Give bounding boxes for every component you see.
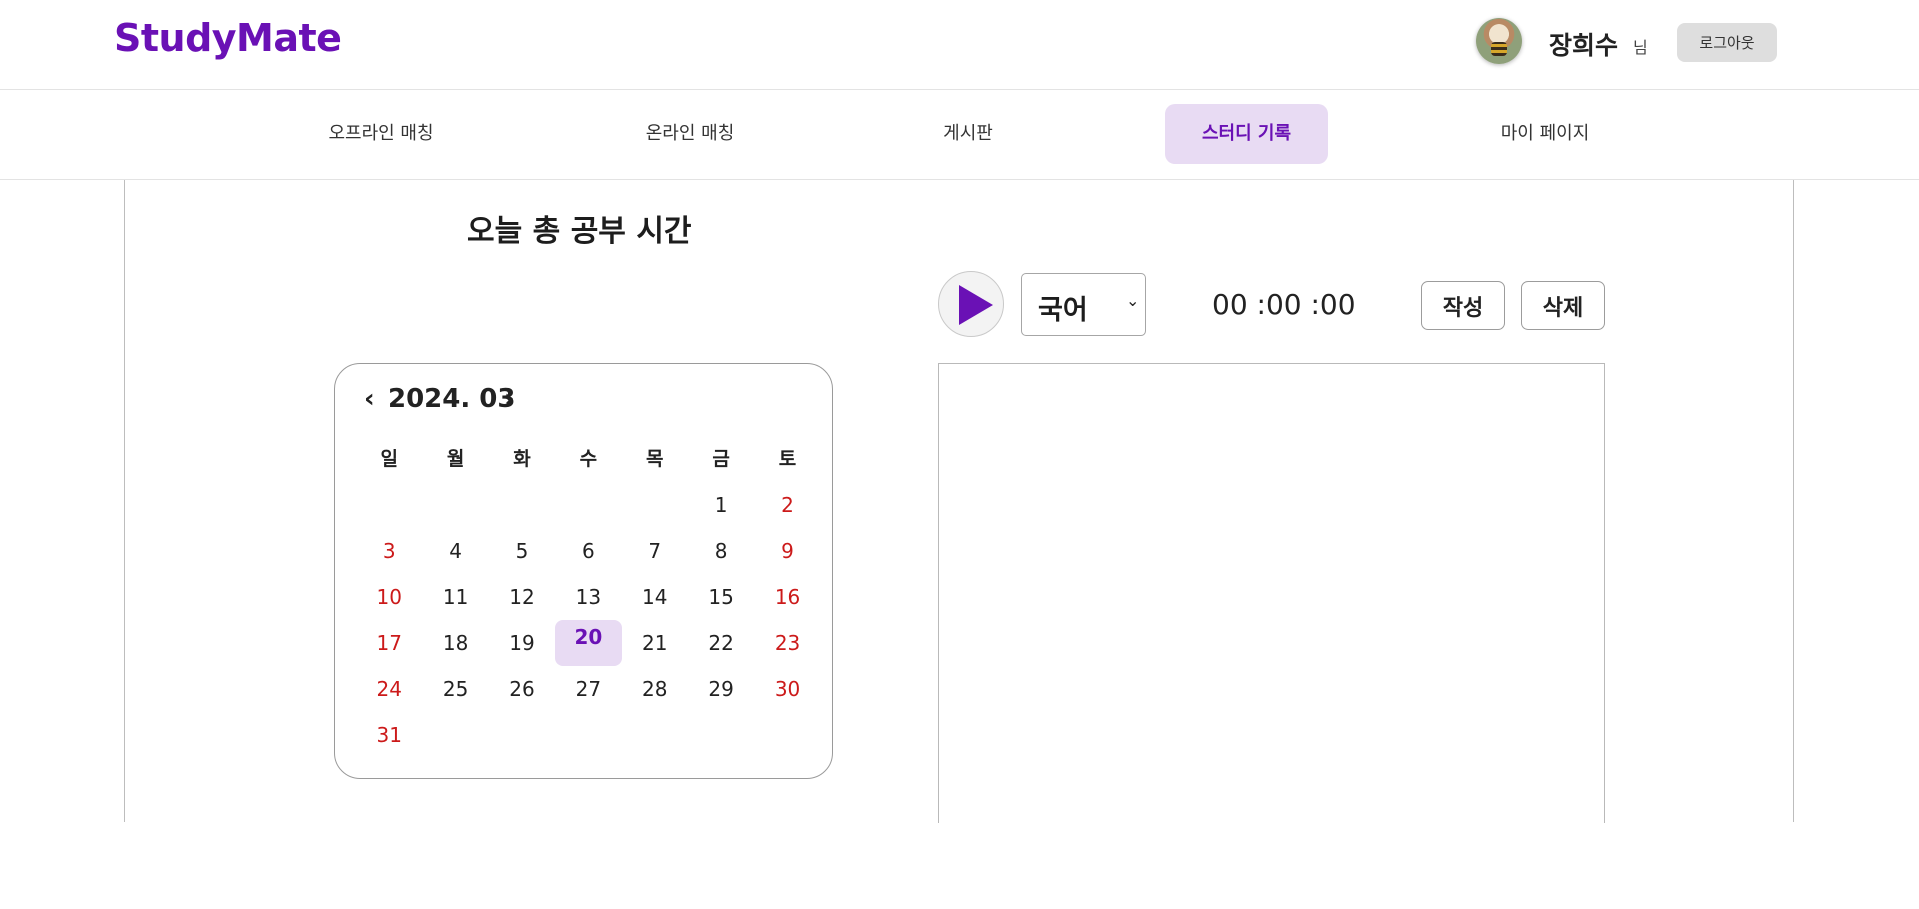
calendar-weekday-label: 목 bbox=[646, 448, 664, 470]
logout-button[interactable]: 로그아웃 bbox=[1677, 23, 1777, 62]
calendar-empty-cell bbox=[555, 482, 621, 528]
calendar-day[interactable]: 24 bbox=[356, 666, 422, 712]
write-button[interactable]: 작성 bbox=[1421, 281, 1505, 330]
header: StudyMate 장희수 님 로그아웃 bbox=[0, 0, 1919, 90]
calendar-day[interactable]: 15 bbox=[688, 574, 754, 620]
calendar-empty-cell bbox=[622, 482, 688, 528]
nav-item-offline-matching[interactable]: 오프라인 매칭 bbox=[305, 104, 457, 164]
calendar-day[interactable]: 3 bbox=[356, 528, 422, 574]
nav-item-online-matching[interactable]: 온라인 매칭 bbox=[628, 104, 752, 164]
nav-item-study-record[interactable]: 스터디 기록 bbox=[1165, 104, 1328, 164]
calendar-next-button[interactable]: › bbox=[504, 384, 515, 414]
calendar-day[interactable]: 2 bbox=[754, 482, 820, 528]
calendar-day[interactable]: 25 bbox=[422, 666, 488, 712]
calendar-weekday-label: 일 bbox=[380, 448, 398, 470]
calendar-empty-cell bbox=[356, 482, 422, 528]
content-border-right bbox=[1793, 180, 1794, 822]
calendar-empty-cell bbox=[688, 712, 754, 758]
calendar-week-row: 3456789 bbox=[356, 528, 821, 574]
calendar-week-row: 31 bbox=[356, 712, 821, 758]
user-name: 장희수 bbox=[1549, 31, 1619, 60]
timer-display: 00 :00 :00 bbox=[1212, 288, 1356, 321]
calendar-day[interactable]: 29 bbox=[688, 666, 754, 712]
calendar-day[interactable]: 12 bbox=[489, 574, 555, 620]
calendar-weekday-label: 월 bbox=[446, 448, 465, 470]
calendar-day[interactable]: 11 bbox=[422, 574, 488, 620]
calendar-day[interactable]: 7 bbox=[622, 528, 688, 574]
calendar-day[interactable]: 19 bbox=[489, 620, 555, 666]
calendar-day[interactable]: 26 bbox=[489, 666, 555, 712]
nav-item-my-page[interactable]: 마이 페이지 bbox=[1480, 104, 1610, 164]
calendar-empty-cell bbox=[422, 482, 488, 528]
calendar-day[interactable]: 4 bbox=[422, 528, 488, 574]
calendar-day[interactable]: 6 bbox=[555, 528, 621, 574]
subject-selected-value: 국어 bbox=[1038, 295, 1088, 326]
calendar-day[interactable]: 8 bbox=[688, 528, 754, 574]
calendar-day-selected[interactable]: 20 bbox=[555, 620, 622, 666]
calendar-empty-cell bbox=[622, 712, 688, 758]
chevron-down-icon: ⌄ bbox=[1126, 291, 1140, 310]
calendar-weekday-label: 금 bbox=[712, 448, 730, 470]
nav-item-board[interactable]: 게시판 bbox=[920, 104, 1016, 164]
subject-select[interactable]: 국어 ⌄ bbox=[1021, 273, 1146, 336]
calendar-day[interactable]: 18 bbox=[422, 620, 488, 666]
calendar-day[interactable]: 5 bbox=[489, 528, 555, 574]
calendar-prev-button[interactable]: ‹ bbox=[364, 384, 375, 414]
calendar: ‹ 2024. 03 › 일 월 화 수 목 금 토 1 2 3 4 5 6 7 8 9 10 11 12 13 14 1… bbox=[334, 363, 833, 779]
calendar-day[interactable]: 14 bbox=[622, 574, 688, 620]
logo[interactable]: StudyMate bbox=[114, 16, 342, 60]
play-button[interactable] bbox=[938, 271, 1004, 337]
calendar-week-row: 12 bbox=[356, 482, 821, 528]
calendar-week-row: 17 18 19 20 21 22 23 bbox=[356, 620, 821, 666]
calendar-day[interactable]: 10 bbox=[356, 574, 422, 620]
calendar-empty-cell bbox=[422, 712, 488, 758]
main-nav: 오프라인 매칭 온라인 매칭 게시판 스터디 기록 마이 페이지 bbox=[0, 90, 1919, 180]
delete-button[interactable]: 삭제 bbox=[1521, 281, 1605, 330]
calendar-day[interactable]: 22 bbox=[688, 620, 754, 666]
calendar-day[interactable]: 27 bbox=[555, 666, 621, 712]
calendar-empty-cell bbox=[555, 712, 621, 758]
user-avatar-icon[interactable] bbox=[1476, 18, 1522, 64]
calendar-empty-cell bbox=[489, 482, 555, 528]
study-memo-textarea[interactable] bbox=[938, 363, 1605, 823]
today-total-study-time-title: 오늘 총 공부 시간 bbox=[467, 214, 692, 249]
content-border-left bbox=[124, 180, 125, 822]
calendar-weekday-row: 일월화수목금토 bbox=[356, 444, 821, 482]
calendar-weekday-label: 화 bbox=[513, 448, 531, 470]
user-name-suffix: 님 bbox=[1633, 38, 1648, 57]
calendar-empty-cell bbox=[754, 712, 820, 758]
play-icon bbox=[959, 285, 993, 325]
calendar-day[interactable]: 28 bbox=[622, 666, 688, 712]
calendar-week-row: 24 25 26 27 28 29 30 bbox=[356, 666, 821, 712]
calendar-day[interactable]: 16 bbox=[754, 574, 820, 620]
calendar-day[interactable]: 31 bbox=[356, 712, 422, 758]
calendar-weekday-label: 수 bbox=[579, 448, 598, 470]
calendar-weekday-label: 토 bbox=[778, 448, 797, 470]
calendar-day[interactable]: 21 bbox=[622, 620, 688, 666]
calendar-empty-cell bbox=[489, 712, 555, 758]
calendar-month-label: 2024. 03 bbox=[388, 384, 516, 414]
calendar-day[interactable]: 1 bbox=[688, 482, 754, 528]
calendar-day[interactable]: 17 bbox=[356, 620, 422, 666]
calendar-grid: 일 월 화 수 목 금 토 1 2 3 4 5 6 7 8 9 10 11 12 13 14 15 16 17 18 19 20 21… bbox=[356, 444, 821, 758]
calendar-day[interactable]: 30 bbox=[754, 666, 820, 712]
calendar-day[interactable]: 9 bbox=[754, 528, 820, 574]
calendar-day[interactable]: 13 bbox=[555, 574, 621, 620]
calendar-week-row: 10 11 12 13 14 15 16 bbox=[356, 574, 821, 620]
calendar-day[interactable]: 23 bbox=[754, 620, 820, 666]
